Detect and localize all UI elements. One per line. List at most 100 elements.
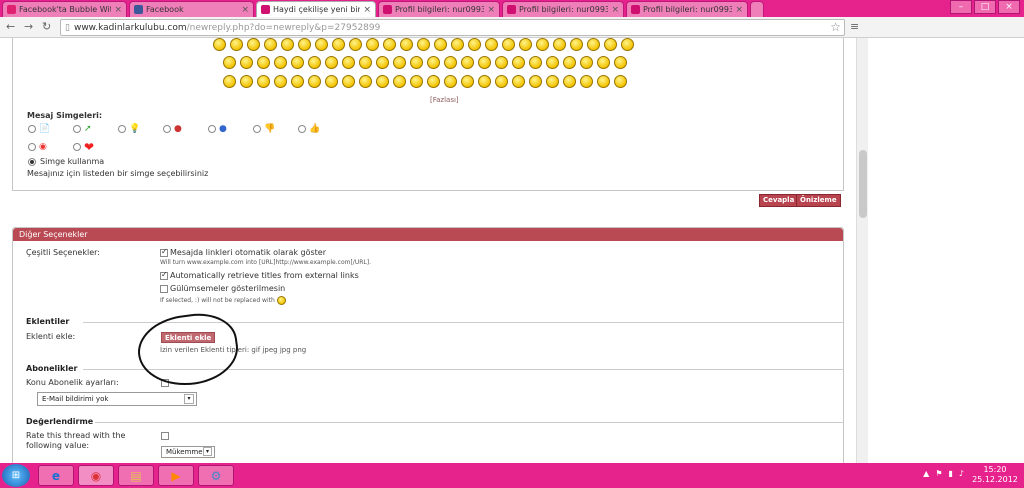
smiley-icon[interactable]	[240, 56, 253, 69]
smiley-icon[interactable]	[240, 75, 253, 88]
smiley-icon[interactable]	[461, 56, 474, 69]
smiley-icon[interactable]	[444, 75, 457, 88]
smiley-icon[interactable]	[434, 38, 447, 51]
message-icon-option[interactable]: ➚	[73, 124, 118, 134]
smiley-icon[interactable]	[281, 38, 294, 51]
back-arrow-icon[interactable]: ←	[6, 20, 15, 33]
smiley-icon[interactable]	[257, 56, 270, 69]
smiley-icon[interactable]	[308, 56, 321, 69]
smiley-icon[interactable]	[223, 75, 236, 88]
rating-checkbox[interactable]	[161, 432, 169, 440]
message-icon-option[interactable]: 💡	[118, 124, 163, 134]
minimize-icon[interactable]: –	[950, 0, 972, 14]
smiley-icon[interactable]	[291, 56, 304, 69]
smiley-icon[interactable]	[461, 75, 474, 88]
disable-smilies-option[interactable]: Gülümsemeler gösterilmesin	[160, 284, 285, 293]
smiley-icon[interactable]	[274, 75, 287, 88]
smiley-icon[interactable]	[376, 56, 389, 69]
smiley-icon[interactable]	[536, 38, 549, 51]
smiley-icon[interactable]	[553, 38, 566, 51]
new-tab-button[interactable]	[750, 1, 764, 17]
no-icon-option[interactable]: Simge kullanma	[28, 157, 104, 166]
smiley-icon[interactable]	[546, 56, 559, 69]
message-icon-option[interactable]: 👎	[253, 124, 298, 134]
close-window-icon[interactable]: ×	[998, 0, 1020, 14]
smiley-icon[interactable]	[342, 56, 355, 69]
browser-tab-2[interactable]: Facebook ×	[129, 1, 254, 17]
smiley-icon[interactable]	[451, 38, 464, 51]
smiley-icon[interactable]	[417, 38, 430, 51]
retrieve-titles-checkbox[interactable]	[160, 270, 168, 280]
network-icon[interactable]: ▮	[948, 469, 952, 478]
smiley-icon[interactable]	[563, 56, 576, 69]
smiley-icon[interactable]	[274, 56, 287, 69]
message-icon-option[interactable]: 📄	[28, 124, 73, 134]
icon-radio[interactable]	[28, 143, 36, 151]
forward-arrow-icon[interactable]: →	[24, 20, 33, 33]
page-scrollbar[interactable]	[856, 38, 868, 463]
smiley-icon[interactable]	[342, 75, 355, 88]
wrench-menu-icon[interactable]: ≡	[850, 20, 859, 33]
icon-radio[interactable]	[208, 125, 216, 133]
smiley-icon[interactable]	[376, 75, 389, 88]
smiley-icon[interactable]	[512, 75, 525, 88]
preview-button[interactable]: Önizleme	[796, 194, 841, 207]
smiley-icon[interactable]	[393, 75, 406, 88]
smiley-icon[interactable]	[495, 75, 508, 88]
rating-select[interactable]: Mükemmel ▾	[161, 446, 215, 458]
browser-tab-6[interactable]: Profil bilgileri: nur0993 - K ×	[626, 1, 748, 17]
smiley-icon[interactable]	[597, 75, 610, 88]
smiley-icon[interactable]	[366, 38, 379, 51]
reload-icon[interactable]: ↻	[42, 20, 51, 33]
smiley-icon[interactable]	[393, 56, 406, 69]
smiley-icon[interactable]	[257, 75, 270, 88]
smiley-icon[interactable]	[325, 75, 338, 88]
smiley-icon[interactable]	[427, 56, 440, 69]
volume-icon[interactable]: ♪	[959, 469, 964, 478]
smiley-icon[interactable]	[400, 38, 413, 51]
windows-start-icon[interactable]: ⊞	[2, 464, 30, 487]
system-clock[interactable]: 15:20 25.12.2012	[970, 465, 1020, 485]
scrollbar-thumb[interactable]	[859, 150, 867, 218]
message-icon-option[interactable]: ●	[208, 124, 253, 134]
close-tab-icon[interactable]: ×	[241, 5, 249, 15]
smiley-icon[interactable]	[597, 56, 610, 69]
retrieve-titles-option[interactable]: Automatically retrieve titles from exter…	[160, 270, 359, 280]
smiley-icon[interactable]	[604, 38, 617, 51]
smiley-icon[interactable]	[614, 56, 627, 69]
smiley-icon[interactable]	[315, 38, 328, 51]
smiley-icon[interactable]	[529, 56, 542, 69]
maximize-icon[interactable]: □	[974, 0, 996, 14]
show-hidden-icons-icon[interactable]: ▲	[923, 469, 929, 478]
more-smilies-link[interactable]: [Fazlası]	[430, 96, 459, 104]
bookmark-star-icon[interactable]: ☆	[830, 20, 841, 34]
smiley-icon[interactable]	[332, 38, 345, 51]
smiley-icon[interactable]	[468, 38, 481, 51]
icon-radio[interactable]	[73, 125, 81, 133]
smiley-icon[interactable]	[478, 75, 491, 88]
smiley-icon[interactable]	[478, 56, 491, 69]
internet-explorer-icon[interactable]: e	[38, 465, 74, 486]
browser-tab-4[interactable]: Profil bilgileri: nur0993 - K ×	[378, 1, 500, 17]
file-explorer-icon[interactable]: ▤	[118, 465, 154, 486]
disable-smilies-checkbox[interactable]	[160, 284, 168, 293]
smiley-icon[interactable]	[580, 75, 593, 88]
icon-radio[interactable]	[298, 125, 306, 133]
icon-radio[interactable]	[163, 125, 171, 133]
smiley-icon[interactable]	[410, 75, 423, 88]
smiley-icon[interactable]	[213, 38, 226, 51]
browser-tab-5[interactable]: Profil bilgileri: nur0993 - K ×	[502, 1, 624, 17]
media-player-icon[interactable]: ▶	[158, 465, 194, 486]
browser-tab-1[interactable]: Facebook'ta Bubble Witch ×	[2, 1, 127, 17]
smiley-icon[interactable]	[291, 75, 304, 88]
smiley-icon[interactable]	[519, 38, 532, 51]
smiley-icon[interactable]	[563, 75, 576, 88]
smiley-icon[interactable]	[230, 38, 243, 51]
subscription-select[interactable]: E-Mail bildirimi yok ▾	[37, 392, 197, 406]
close-tab-icon[interactable]: ×	[363, 5, 371, 15]
close-tab-icon[interactable]: ×	[114, 5, 122, 15]
smiley-icon[interactable]	[359, 75, 372, 88]
message-icon-option[interactable]: ❤	[73, 140, 118, 154]
smiley-icon[interactable]	[485, 38, 498, 51]
auto-links-checkbox[interactable]	[160, 247, 168, 257]
